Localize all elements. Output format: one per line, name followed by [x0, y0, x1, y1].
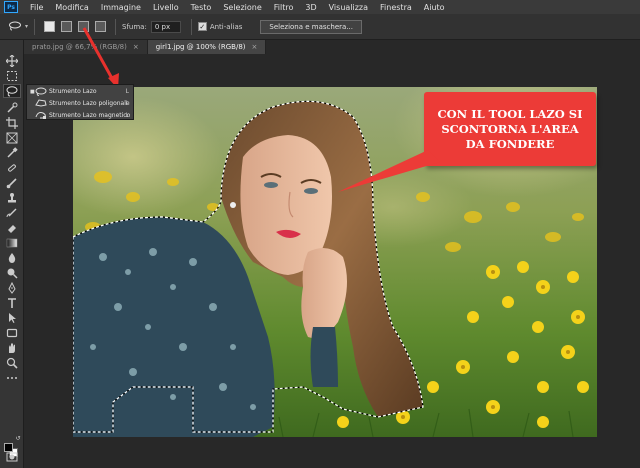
- shortcut-key: L: [125, 112, 129, 119]
- flyout-item-lasso[interactable]: ■ Strumento Lazo L: [27, 86, 133, 97]
- lasso-icon: [35, 87, 47, 96]
- add-selection-button[interactable]: [61, 21, 73, 32]
- clone-stamp-tool-icon[interactable]: [3, 191, 21, 205]
- hand-tool-icon[interactable]: [3, 341, 21, 355]
- chevron-down-icon: ▾: [25, 23, 29, 30]
- flyout-item-polygonal-lasso[interactable]: Strumento Lazo poligonale L: [27, 98, 133, 109]
- antialias-label: Anti-alias: [209, 22, 243, 31]
- menu-selezione[interactable]: Selezione: [217, 3, 267, 12]
- flyout-item-label: Strumento Lazo poligonale: [49, 100, 130, 107]
- menu-3d[interactable]: 3D: [299, 3, 322, 12]
- menu-filtro[interactable]: Filtro: [268, 3, 300, 12]
- tab-girl1[interactable]: girl1.jpg @ 100% (RGB/8) ×: [147, 40, 267, 54]
- marquee-tool-icon[interactable]: [3, 69, 21, 83]
- menu-modifica[interactable]: Modifica: [49, 3, 94, 12]
- swap-colors-icon[interactable]: ↺: [14, 434, 22, 442]
- feather-input[interactable]: 0 px: [150, 20, 181, 33]
- new-selection-button[interactable]: [44, 21, 56, 32]
- path-selection-tool-icon[interactable]: [3, 311, 21, 325]
- gradient-tool-icon[interactable]: [3, 236, 21, 250]
- separator: [115, 18, 117, 35]
- subtract-selection-button[interactable]: [78, 21, 90, 32]
- lasso-tools-flyout: ■ Strumento Lazo L Strumento Lazo poligo…: [26, 84, 134, 120]
- tab-label: girl1.jpg @ 100% (RGB/8): [155, 43, 246, 51]
- flyout-item-label: Strumento Lazo: [49, 88, 97, 95]
- quick-mask-icon[interactable]: [3, 450, 21, 464]
- antialias-checkbox[interactable]: ✓: [197, 22, 207, 31]
- tool-preset-picker[interactable]: ▾: [8, 21, 28, 33]
- feather-label: Sfuma:: [122, 22, 147, 31]
- callout-line-1: CON IL TOOL LAZO SI: [437, 106, 583, 121]
- document-tabs: prato.jpg @ 66,7% (RGB/8) × girl1.jpg @ …: [24, 40, 640, 54]
- dodge-tool-icon[interactable]: [3, 266, 21, 280]
- callout-line-3: DA FONDERE: [465, 136, 555, 151]
- flyout-item-label: Strumento Lazo magnetico: [49, 112, 131, 119]
- menu-file[interactable]: File: [24, 3, 49, 12]
- close-icon[interactable]: ×: [252, 43, 258, 51]
- separator: [34, 18, 36, 35]
- shortcut-key: L: [125, 88, 129, 95]
- photoshop-logo: Ps: [4, 1, 18, 13]
- menu-aiuto[interactable]: Aiuto: [418, 3, 451, 12]
- blur-tool-icon[interactable]: [3, 251, 21, 265]
- more-tools-icon[interactable]: [3, 371, 21, 385]
- close-icon[interactable]: ×: [133, 43, 139, 51]
- eyedropper-tool-icon[interactable]: [3, 146, 21, 160]
- history-brush-tool-icon[interactable]: [3, 206, 21, 220]
- shortcut-key: L: [125, 100, 129, 107]
- pen-tool-icon[interactable]: [3, 281, 21, 295]
- tools-panel: ↺: [0, 40, 24, 468]
- menu-finestra[interactable]: Finestra: [374, 3, 418, 12]
- annotation-callout: CON IL TOOL LAZO SI SCONTORNA L'AREA DA …: [424, 92, 596, 166]
- healing-brush-tool-icon[interactable]: [3, 161, 21, 175]
- separator: [190, 18, 192, 35]
- rectangle-tool-icon[interactable]: [3, 326, 21, 340]
- tab-prato[interactable]: prato.jpg @ 66,7% (RGB/8) ×: [24, 40, 148, 54]
- quick-selection-tool-icon[interactable]: [3, 101, 21, 115]
- tab-label: prato.jpg @ 66,7% (RGB/8): [32, 43, 127, 51]
- menu-immagine[interactable]: Immagine: [95, 3, 147, 12]
- menu-bar: Ps File Modifica Immagine Livello Testo …: [0, 0, 640, 14]
- zoom-tool-icon[interactable]: [3, 356, 21, 370]
- select-and-mask-button[interactable]: Seleziona e maschera...: [260, 19, 362, 34]
- move-tool-icon[interactable]: [3, 54, 21, 68]
- frame-tool-icon[interactable]: [3, 131, 21, 145]
- flyout-item-magnetic-lasso[interactable]: Strumento Lazo magnetico L: [27, 110, 133, 121]
- menu-testo[interactable]: Testo: [185, 3, 218, 12]
- intersect-selection-button[interactable]: [95, 21, 107, 32]
- menu-livello[interactable]: Livello: [147, 3, 185, 12]
- lasso-tool-icon[interactable]: [3, 84, 21, 98]
- type-tool-icon[interactable]: [3, 296, 21, 310]
- options-bar: ▾ Sfuma: 0 px ✓ Anti-alias Seleziona e m…: [0, 14, 640, 40]
- eraser-tool-icon[interactable]: [3, 221, 21, 235]
- magnetic-lasso-icon: [35, 112, 46, 119]
- brush-tool-icon[interactable]: [3, 176, 21, 190]
- menu-visualizza[interactable]: Visualizza: [323, 3, 374, 12]
- callout-line-2: SCONTORNA L'AREA: [441, 121, 579, 136]
- polygonal-lasso-icon: [35, 99, 47, 107]
- lasso-preset-icon: [8, 21, 22, 33]
- crop-tool-icon[interactable]: [3, 116, 21, 130]
